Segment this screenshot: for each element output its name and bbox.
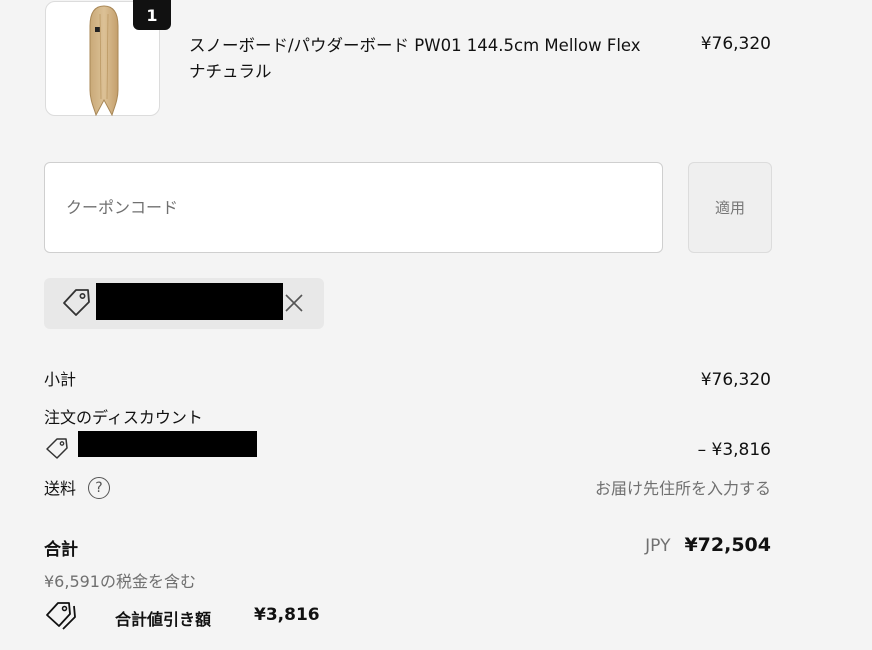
- tag-icon: [63, 289, 90, 316]
- product-name: スノーボード/パウダーボード PW01 144.5cm Mellow Flex …: [189, 33, 669, 85]
- apply-coupon-button[interactable]: 適用: [688, 162, 772, 253]
- quantity-badge: 1: [133, 0, 171, 30]
- product-price: ¥76,320: [700, 34, 771, 54]
- total-amount-group: JPY ¥72,504: [645, 534, 771, 556]
- applied-coupon-code: [96, 283, 283, 320]
- tax-note: ¥6,591の税金を含む: [44, 572, 196, 591]
- product-variant: ナチュラル: [189, 62, 272, 81]
- subtotal-label: 小計: [44, 370, 77, 389]
- total-label: 合計: [44, 540, 78, 560]
- shipping-label: 送料: [44, 479, 77, 498]
- total-savings-label: 合計値引き額: [115, 610, 212, 629]
- shipping-value: お届け先住所を入力する: [594, 479, 771, 498]
- order-discount-label: 注文のディスカウント: [44, 408, 203, 427]
- discount-tag-icon: [46, 438, 68, 459]
- total-savings-value: ¥3,816: [254, 605, 320, 625]
- savings-tag-icon: [46, 602, 76, 630]
- coupon-code-input[interactable]: [44, 162, 663, 253]
- help-icon[interactable]: ?: [88, 477, 110, 499]
- product-name-line1: スノーボード/パウダーボード PW01 144.5cm Mellow Flex: [189, 36, 641, 55]
- discount-value: – ¥3,816: [697, 440, 771, 460]
- close-icon[interactable]: [284, 293, 304, 313]
- applied-coupon-chip: [44, 278, 324, 329]
- total-value: ¥72,504: [684, 534, 771, 556]
- discount-code: [78, 431, 257, 457]
- snowboard-icon: [89, 5, 119, 116]
- subtotal-value: ¥76,320: [700, 370, 771, 390]
- total-currency: JPY: [645, 536, 671, 556]
